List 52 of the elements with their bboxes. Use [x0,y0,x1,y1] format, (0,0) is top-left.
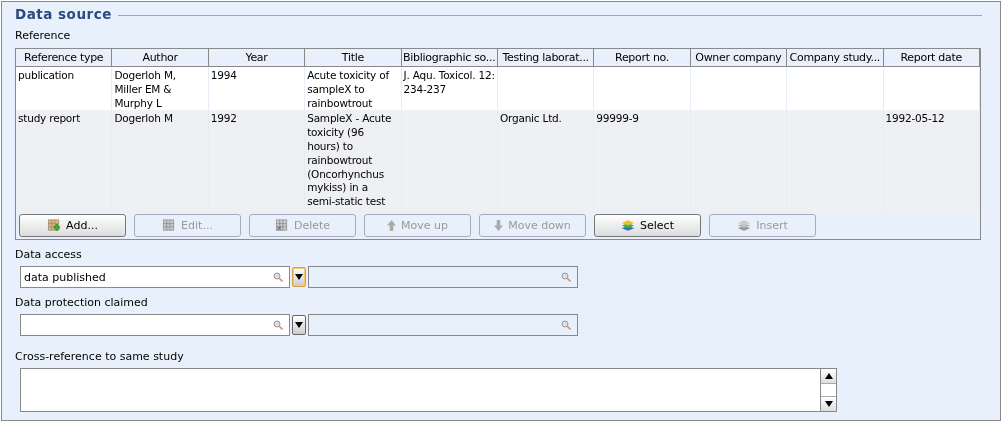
lookup-field[interactable] [308,314,578,336]
book-stack-icon [621,219,636,232]
lookup-field[interactable] [20,314,290,336]
column-header[interactable]: Reference type [16,49,113,67]
lookup-field[interactable]: data published [20,266,290,288]
scroll-bar[interactable] [821,368,837,412]
column-header[interactable]: Report date [883,49,980,67]
table-cell: 99999-9 [596,112,639,125]
search-icon [561,272,571,282]
field-value: data published [24,270,106,284]
dropdown-button[interactable] [292,315,306,335]
table-cell: publication [18,69,74,81]
table-delete-icon [274,219,289,232]
table-cell: 1994 [210,69,237,81]
up-arrow-icon [387,220,396,231]
section-title: Data source [15,6,112,22]
search-icon [273,272,283,282]
column-header[interactable]: Title [305,49,402,67]
book-stack-icon [737,219,752,232]
table-icon [162,219,177,232]
table-row[interactable]: study report Dogerloh M 1992 SampleX - Acute toxicity (96 hours) to rainbowtrout (Oncorhynchus mykiss) in a semi-static test Organic Ltd. 99999-9 1992-05-12 [16,110,980,209]
table-cell: Dogerloh M [114,112,173,125]
column-header[interactable]: Owner company [690,49,788,67]
field-label: Reference [15,29,72,43]
lookup-field[interactable] [308,266,578,288]
search-icon [273,320,283,330]
table-row[interactable]: publication Dogerloh M, Miller EM & Murphy L 1994 Acute toxicity of sampleX to rainbowtrout J. Aqu. Toxicol. 12: 234-237 [16,67,980,111]
field-label: Cross-reference to same study [15,350,185,364]
column-header[interactable]: Author [112,49,209,67]
table-cell: J. Aqu. Toxicol. 12: 234-237 [403,69,495,95]
column-header[interactable]: Bibliographic so... [401,49,498,67]
table-cell: Organic Ltd. [499,112,562,125]
column-header[interactable]: Testing laborat... [497,49,595,67]
down-arrow-icon [494,220,504,231]
table-cell: study report [18,112,81,125]
caret-icon [295,322,303,328]
table-add-icon [47,219,62,232]
table-cell: 1992 [210,112,237,125]
table-cell: Acute toxicity of sampleX to rainbowtrout [307,69,389,109]
caret-icon [295,274,303,280]
table-cell: SampleX - Acute toxicity (96 hours) to rainbowtrout (Oncorhynchus mykiss) in a semi-static test [307,112,392,208]
dropdown-button[interactable] [292,267,306,287]
table-cell: Dogerloh M, Miller EM & Murphy L [114,69,176,109]
column-header[interactable]: Company study... [787,49,884,67]
search-icon [561,320,571,330]
column-header[interactable]: Year [208,49,306,67]
table-cell: 1992-05-12 [885,112,945,125]
column-header[interactable]: Report no. [594,49,691,67]
select-button[interactable]: Select [594,214,701,237]
field-label: Data protection claimed [15,296,149,310]
add-button[interactable]: Add... [19,214,126,237]
field-label: Data access [15,248,83,262]
